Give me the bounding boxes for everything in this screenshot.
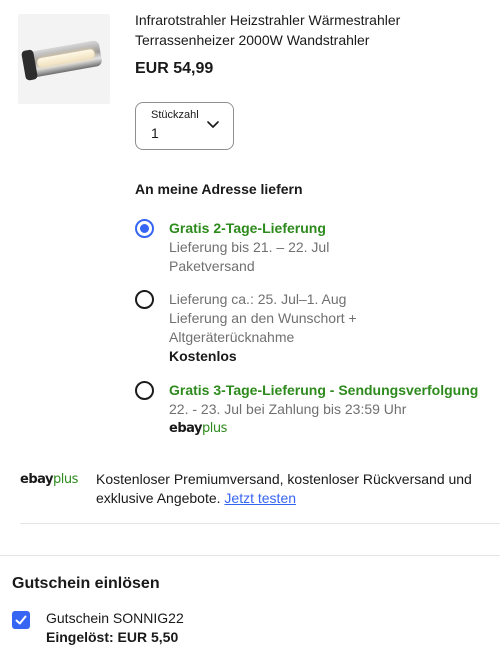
ebay-plus-logo: ebayplus (169, 421, 227, 436)
delivery-radio-wunschort[interactable] (135, 290, 154, 309)
delivery-option-description: Lieferung an den Wunschort + (169, 310, 357, 326)
chevron-down-icon (207, 121, 219, 128)
delivery-option-title: Gratis 3-Tage-Lieferung - Sendungsverfol… (169, 382, 479, 398)
voucher-checkbox[interactable] (12, 611, 30, 629)
product-title: Infrarotstrahler Heizstrahler Wärmestrah… (135, 12, 401, 48)
divider (20, 523, 500, 524)
divider (0, 555, 500, 556)
ebay-plus-logo: ebayplus (20, 472, 78, 487)
product-price: EUR 54,99 (135, 60, 214, 77)
delivery-option-cost: Kostenlos (169, 348, 237, 364)
delivery-option-title: Gratis 2-Tage-Lieferung (169, 220, 326, 236)
delivery-option-date: 22. - 23. Jul bei Zahlung bis 23:59 Uhr (169, 401, 407, 417)
delivery-heading: An meine Adresse liefern (135, 181, 303, 197)
product-image[interactable] (18, 14, 110, 104)
delivery-radio-3-day[interactable] (135, 381, 154, 400)
ebay-plus-banner-text: Kostenloser Premiumversand, kostenloser … (96, 470, 491, 508)
quantity-label: Stückzahl (151, 109, 199, 121)
delivery-option-date: Lieferung bis 21. – 22. Jul (169, 239, 330, 255)
delivery-option-date: Lieferung ca.: 25. Jul–1. Aug (169, 291, 347, 307)
voucher-name: Gutschein SONNIG22 (46, 610, 184, 626)
delivery-option-description-cont: Altgeräterücknahme (169, 329, 295, 345)
voucher-applied-amount: Eingelöst: EUR 5,50 (46, 629, 179, 645)
quantity-value: 1 (151, 125, 159, 141)
checkmark-icon (15, 615, 27, 625)
quantity-select[interactable]: Stückzahl 1 (135, 102, 234, 150)
delivery-radio-2-day[interactable] (135, 219, 154, 238)
voucher-heading: Gutschein einlösen (12, 575, 160, 592)
delivery-option-method: Paketversand (169, 258, 255, 274)
heater-image (21, 35, 108, 83)
try-ebay-plus-link[interactable]: Jetzt testen (224, 490, 296, 506)
